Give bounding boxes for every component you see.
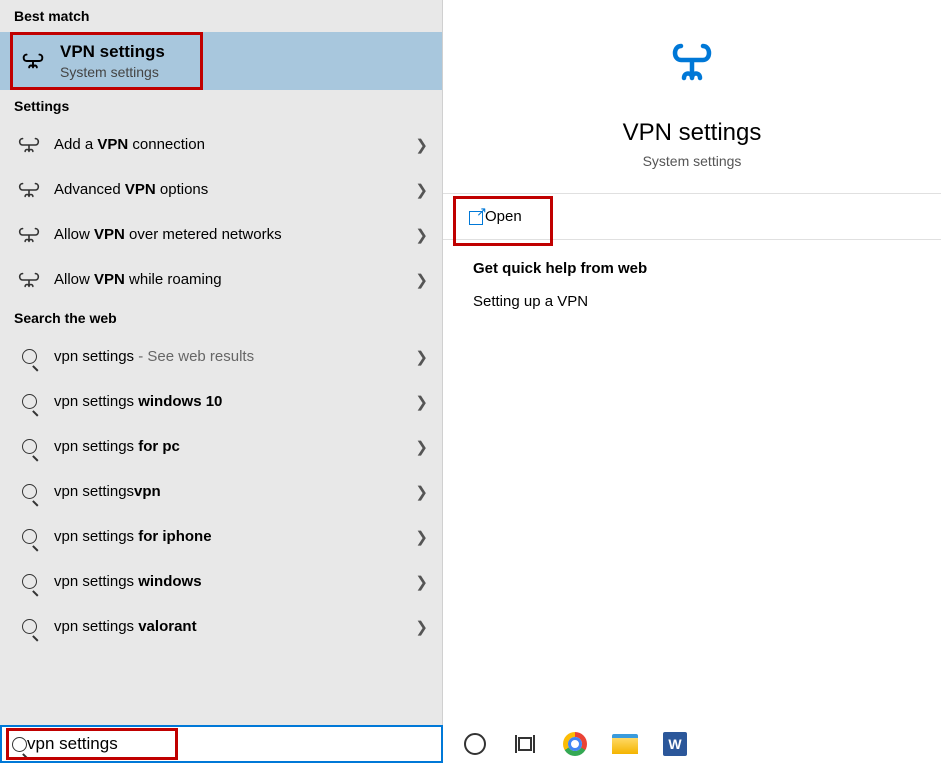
web-item-label: vpn settings windows [54, 573, 415, 590]
web-item-label: vpn settings valorant [54, 618, 415, 635]
detail-panel: VPN settings System settings Open Get qu… [443, 0, 941, 725]
best-match-subtitle: System settings [60, 64, 165, 80]
web-search-item[interactable]: vpn settings for pc ❯ [0, 424, 442, 469]
chevron-right-icon: ❯ [415, 573, 428, 591]
help-title: Get quick help from web [473, 260, 911, 277]
chevron-right-icon: ❯ [415, 393, 428, 411]
chevron-right-icon: ❯ [415, 136, 428, 154]
best-match-title: VPN settings [60, 42, 165, 62]
web-item-label: vpn settingsvpn [54, 483, 415, 500]
web-item-label: vpn settings for pc [54, 438, 415, 455]
task-view-icon[interactable] [511, 730, 539, 758]
settings-item[interactable]: Allow VPN while roaming ❯ [0, 257, 442, 302]
chevron-right-icon: ❯ [415, 181, 428, 199]
settings-item-label: Allow VPN while roaming [54, 271, 415, 288]
section-settings: Settings [0, 90, 442, 122]
chevron-right-icon: ❯ [415, 438, 428, 456]
settings-item[interactable]: Advanced VPN options ❯ [0, 167, 442, 212]
best-match-result[interactable]: VPN settings System settings [0, 32, 442, 90]
search-icon [14, 574, 44, 589]
web-search-item[interactable]: vpn settings for iphone ❯ [0, 514, 442, 559]
web-search-item[interactable]: vpn settings windows ❯ [0, 559, 442, 604]
chrome-icon[interactable] [561, 730, 589, 758]
cortana-icon[interactable] [461, 730, 489, 758]
web-item-label: vpn settings - See web results [54, 348, 415, 365]
vpn-icon [14, 136, 44, 154]
search-results-panel: Best match VPN settings System settings … [0, 0, 443, 725]
detail-subtitle: System settings [643, 153, 742, 169]
search-icon [14, 484, 44, 499]
section-search-web: Search the web [0, 302, 442, 334]
settings-item-label: Add a VPN connection [54, 136, 415, 153]
vpn-icon [14, 181, 44, 199]
help-link-setup-vpn[interactable]: Setting up a VPN [473, 293, 911, 310]
open-button[interactable]: Open [443, 193, 941, 240]
search-icon [14, 529, 44, 544]
chevron-right-icon: ❯ [415, 348, 428, 366]
taskbar: W [443, 725, 941, 763]
vpn-hero-icon [665, 36, 719, 95]
search-input[interactable]: vpn settings [0, 725, 443, 763]
search-icon [12, 737, 27, 752]
word-icon[interactable]: W [661, 730, 689, 758]
web-item-label: vpn settings for iphone [54, 528, 415, 545]
vpn-icon [14, 271, 44, 289]
chevron-right-icon: ❯ [415, 271, 428, 289]
chevron-right-icon: ❯ [415, 483, 428, 501]
search-icon [14, 619, 44, 634]
section-best-match: Best match [0, 0, 442, 32]
web-search-item[interactable]: vpn settings - See web results ❯ [0, 334, 442, 379]
open-external-icon [469, 209, 485, 225]
settings-item-label: Allow VPN over metered networks [54, 226, 415, 243]
search-query: vpn settings [27, 734, 118, 754]
search-icon [14, 394, 44, 409]
search-icon [14, 349, 44, 364]
chevron-right-icon: ❯ [415, 528, 428, 546]
settings-item-label: Advanced VPN options [54, 181, 415, 198]
chevron-right-icon: ❯ [415, 226, 428, 244]
chevron-right-icon: ❯ [415, 618, 428, 636]
settings-item[interactable]: Add a VPN connection ❯ [0, 122, 442, 167]
web-search-item[interactable]: vpn settings valorant ❯ [0, 604, 442, 649]
search-icon [14, 439, 44, 454]
web-search-item[interactable]: vpn settings windows 10 ❯ [0, 379, 442, 424]
vpn-icon [14, 52, 52, 70]
detail-title: VPN settings [623, 119, 762, 147]
settings-item[interactable]: Allow VPN over metered networks ❯ [0, 212, 442, 257]
web-search-item[interactable]: vpn settingsvpn ❯ [0, 469, 442, 514]
open-label: Open [485, 208, 522, 225]
web-item-label: vpn settings windows 10 [54, 393, 415, 410]
file-explorer-icon[interactable] [611, 730, 639, 758]
vpn-icon [14, 226, 44, 244]
